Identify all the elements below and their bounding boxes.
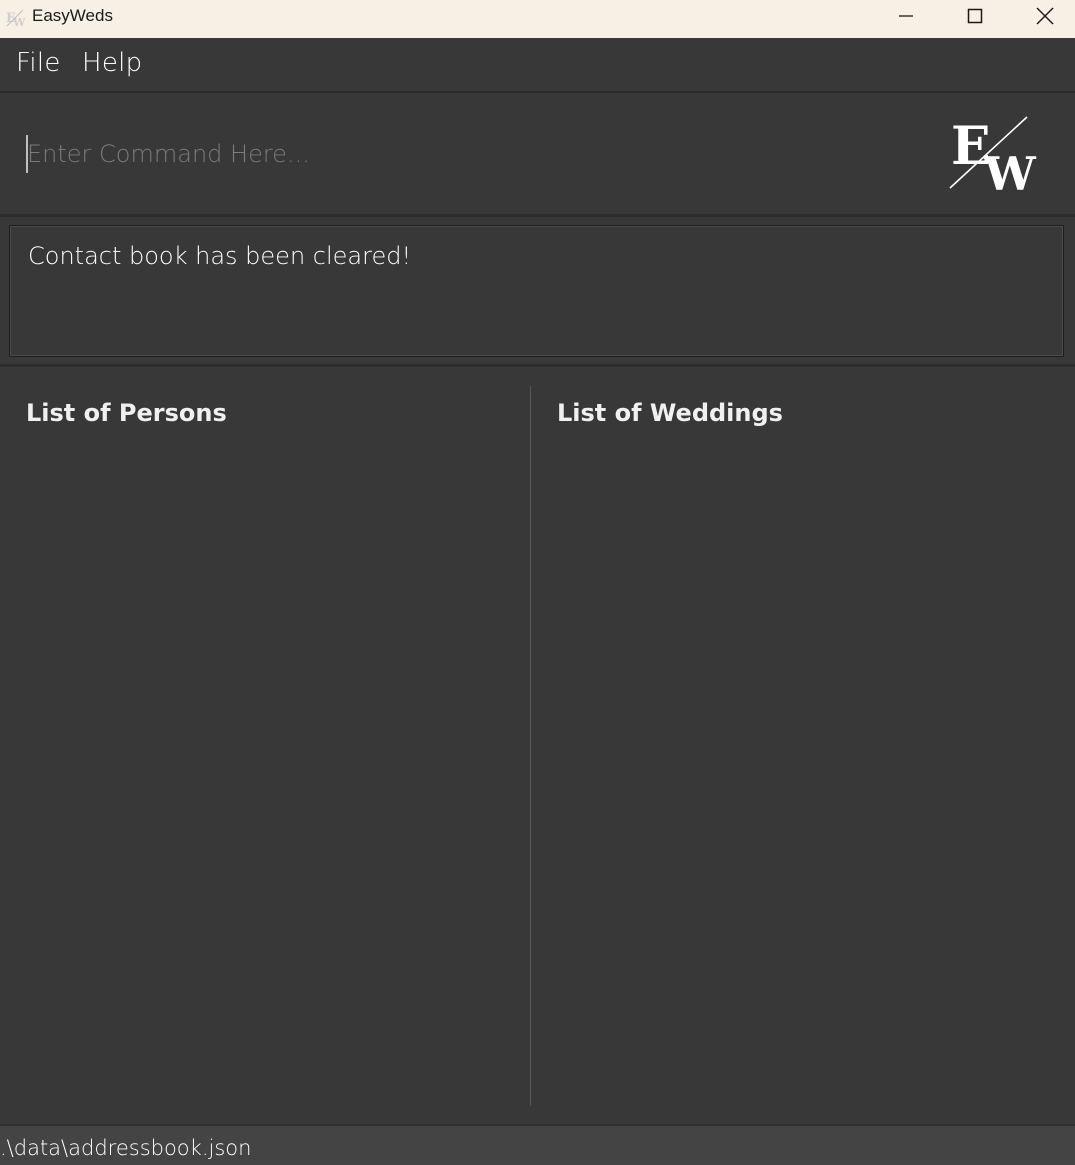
minimize-button[interactable]	[871, 0, 941, 32]
menu-file[interactable]: File	[16, 48, 61, 78]
weddings-panel: List of Weddings	[531, 367, 1075, 1124]
command-input[interactable]	[27, 131, 907, 177]
weddings-panel-title: List of Weddings	[557, 399, 783, 427]
status-bar: .\data\addressbook.json	[0, 1124, 1075, 1165]
save-location-path: .\data\addressbook.json	[0, 1136, 252, 1160]
close-button[interactable]	[1010, 0, 1075, 32]
maximize-button[interactable]	[940, 0, 1010, 32]
menu-help[interactable]: Help	[82, 48, 142, 78]
app-window: E W EasyWeds File Help Enter Command Her…	[0, 0, 1075, 1165]
persons-panel: List of Persons	[0, 367, 530, 1124]
minimize-icon	[899, 15, 913, 17]
menu-bar: File Help	[0, 38, 1075, 93]
title-bar[interactable]: E W EasyWeds	[0, 0, 1075, 38]
window-title: EasyWeds	[32, 6, 113, 25]
persons-panel-title: List of Persons	[26, 399, 227, 427]
weddings-list[interactable]	[541, 447, 1065, 1114]
easyweds-logo: E W	[949, 116, 1037, 192]
result-message: Contact book has been cleared!	[28, 242, 412, 270]
close-icon	[1036, 7, 1054, 25]
command-box	[0, 93, 1075, 217]
persons-list[interactable]	[10, 447, 520, 1114]
easyweds-logo-icon: E W	[6, 9, 25, 28]
maximize-icon	[967, 8, 983, 24]
svg-text:W: W	[12, 16, 25, 28]
result-display[interactable]: Contact book has been cleared!	[9, 225, 1064, 357]
svg-text:W: W	[983, 147, 1037, 192]
